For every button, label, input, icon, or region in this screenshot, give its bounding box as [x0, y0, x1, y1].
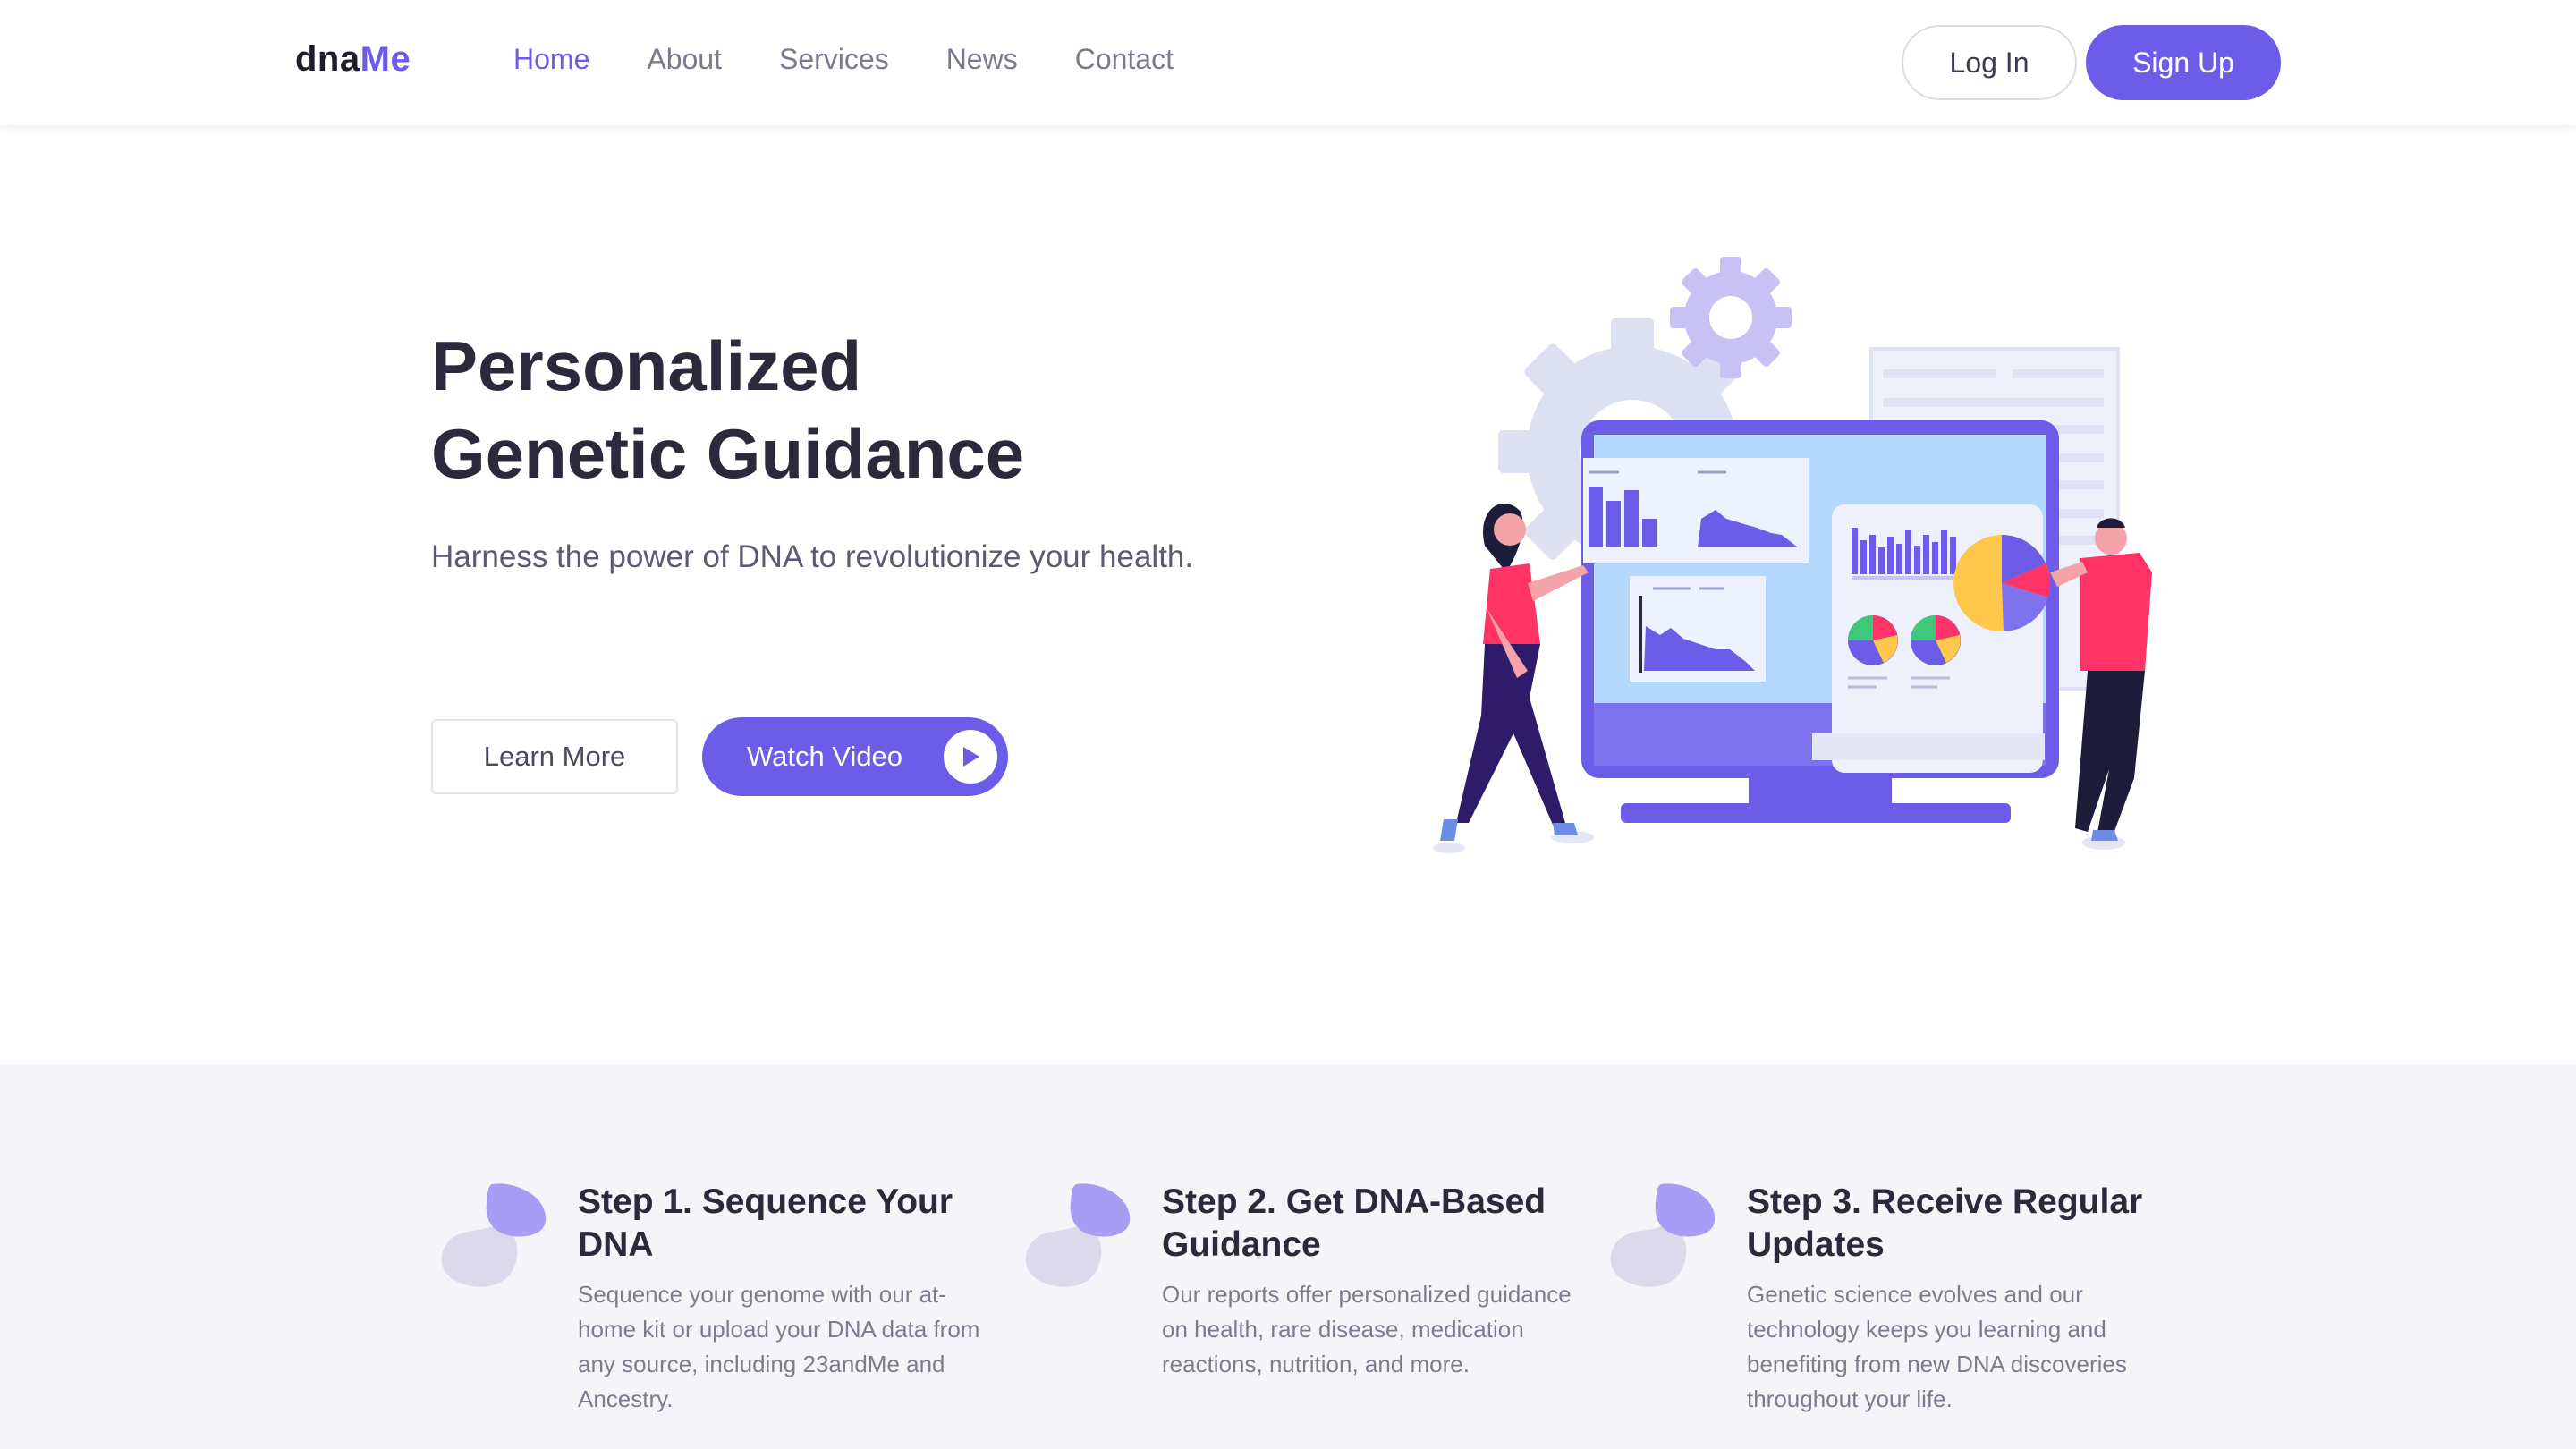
logo-part-me: Me — [360, 39, 411, 79]
logo[interactable]: dnaMe — [295, 39, 411, 80]
woman-figure — [1433, 503, 1594, 853]
blob-icon — [441, 1183, 547, 1287]
play-icon — [944, 730, 997, 784]
step-2-title: Step 2. Get DNA-Based Guidance — [1162, 1182, 1546, 1264]
main-menu: Home About Services News Contact — [513, 43, 1174, 76]
learn-more-button[interactable]: Learn More — [431, 719, 678, 794]
nav-link-services[interactable]: Services — [779, 43, 889, 76]
small-gear-icon — [1670, 257, 1792, 378]
step-1-title: Step 1. Sequence Your DNA — [578, 1182, 953, 1264]
blob-icon — [1025, 1183, 1131, 1287]
steps-section: Step 1. Sequence Your DNA Sequence your … — [0, 1064, 2576, 1449]
pie-chart-graphic — [1953, 535, 2051, 631]
hero-title: Personalized Genetic Guidance — [431, 322, 1236, 497]
nav-link-contact[interactable]: Contact — [1075, 43, 1174, 76]
hero-subtitle: Harness the power of DNA to revolutioniz… — [431, 539, 1194, 574]
step-1-description: Sequence your genome with our at-home ki… — [578, 1281, 980, 1412]
mini-pie-1 — [1848, 615, 1898, 665]
nav-link-news[interactable]: News — [946, 43, 1018, 76]
nav-link-about[interactable]: About — [647, 43, 722, 76]
mini-pie-2 — [1911, 615, 1961, 665]
step-2-description: Our reports offer personalized guidance … — [1162, 1281, 1572, 1377]
hero-title-line1: Personalized — [431, 326, 862, 405]
watch-video-label: Watch Video — [747, 741, 903, 772]
logo-part-dna: dna — [295, 39, 360, 79]
hero-title-line2: Genetic Guidance — [431, 414, 1025, 493]
nav-link-home[interactable]: Home — [513, 43, 589, 76]
navbar: dnaMe Home About Services News Contact L… — [0, 0, 2576, 125]
watch-video-button[interactable]: Watch Video — [702, 717, 1008, 796]
hero-illustration — [1433, 257, 2152, 853]
step-3-title: Step 3. Receive Regular Updates — [1747, 1182, 2143, 1264]
step-3-description: Genetic science evolves and our technolo… — [1747, 1281, 2127, 1412]
signup-button[interactable]: Sign Up — [2086, 25, 2281, 100]
blob-icon — [1610, 1183, 1716, 1287]
login-button[interactable]: Log In — [1902, 25, 2077, 100]
